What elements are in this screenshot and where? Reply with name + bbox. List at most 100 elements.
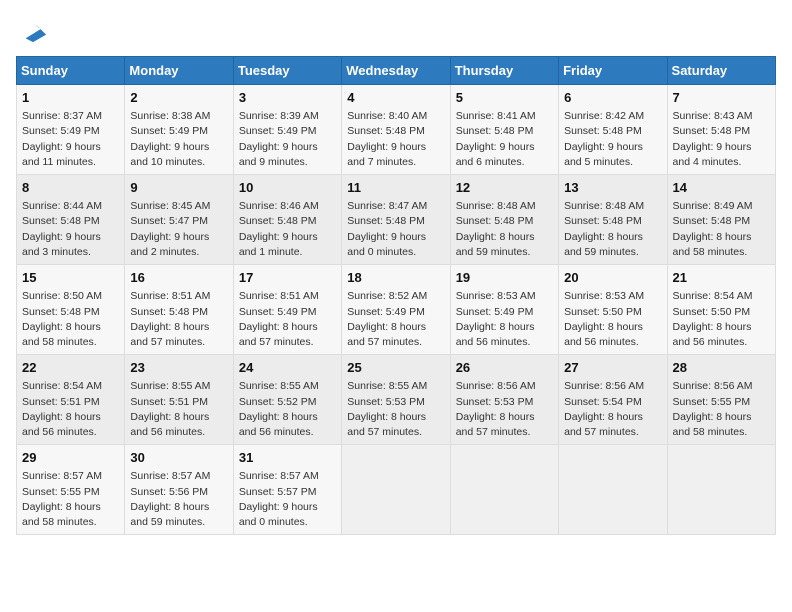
day-info: Sunrise: 8:47 AM Sunset: 5:48 PM Dayligh…: [347, 199, 444, 260]
calendar-cell: 24Sunrise: 8:55 AM Sunset: 5:52 PM Dayli…: [233, 355, 341, 445]
calendar-cell: 6 Sunrise: 8:42 AM Sunset: 5:48 PM Daylig…: [559, 85, 667, 175]
day-info: Sunrise: 8:57 AM Sunset: 5:57 PM Dayligh…: [239, 469, 336, 530]
day-number: 5: [456, 89, 553, 107]
calendar-cell: 11 Sunrise: 8:47 AM Sunset: 5:48 PM Dayli…: [342, 175, 450, 265]
day-number: 7: [673, 89, 770, 107]
calendar-week-4: 22 Sunrise: 8:54 AM Sunset: 5:51 PM Dayli…: [17, 355, 776, 445]
calendar-week-5: 29 Sunrise: 8:57 AM Sunset: 5:55 PM Dayli…: [17, 445, 776, 535]
day-number: 9: [130, 179, 227, 197]
day-info: Sunrise: 8:40 AM Sunset: 5:48 PM Dayligh…: [347, 109, 444, 170]
day-info: Sunrise: 8:56 AM Sunset: 5:55 PM Dayligh…: [673, 379, 770, 440]
calendar-week-2: 8Sunrise: 8:44 AM Sunset: 5:48 PM Daylig…: [17, 175, 776, 265]
day-info: Sunrise: 8:37 AM Sunset: 5:49 PM Dayligh…: [22, 109, 119, 170]
day-number: 18: [347, 269, 444, 287]
day-info: Sunrise: 8:54 AM Sunset: 5:50 PM Dayligh…: [673, 289, 770, 350]
day-info: Sunrise: 8:48 AM Sunset: 5:48 PM Dayligh…: [564, 199, 661, 260]
calendar-cell: 8Sunrise: 8:44 AM Sunset: 5:48 PM Daylig…: [17, 175, 125, 265]
logo: [16, 16, 48, 44]
day-info: Sunrise: 8:51 AM Sunset: 5:49 PM Dayligh…: [239, 289, 336, 350]
day-number: 19: [456, 269, 553, 287]
calendar-cell: 31 Sunrise: 8:57 AM Sunset: 5:57 PM Dayli…: [233, 445, 341, 535]
day-number: 14: [673, 179, 770, 197]
day-number: 22: [22, 359, 119, 377]
day-info: Sunrise: 8:57 AM Sunset: 5:55 PM Dayligh…: [22, 469, 119, 530]
day-info: Sunrise: 8:55 AM Sunset: 5:51 PM Dayligh…: [130, 379, 227, 440]
day-info: Sunrise: 8:41 AM Sunset: 5:48 PM Dayligh…: [456, 109, 553, 170]
calendar-cell: 30Sunrise: 8:57 AM Sunset: 5:56 PM Dayli…: [125, 445, 233, 535]
logo-icon: [20, 16, 48, 44]
calendar-cell: 17 Sunrise: 8:51 AM Sunset: 5:49 PM Dayli…: [233, 265, 341, 355]
calendar-cell: 3Sunrise: 8:39 AM Sunset: 5:49 PM Daylig…: [233, 85, 341, 175]
weekday-header-thursday: Thursday: [450, 57, 558, 85]
calendar-cell: 10Sunrise: 8:46 AM Sunset: 5:48 PM Dayli…: [233, 175, 341, 265]
calendar-cell: 4 Sunrise: 8:40 AM Sunset: 5:48 PM Daylig…: [342, 85, 450, 175]
day-number: 10: [239, 179, 336, 197]
calendar-cell: 28 Sunrise: 8:56 AM Sunset: 5:55 PM Dayli…: [667, 355, 775, 445]
day-info: Sunrise: 8:51 AM Sunset: 5:48 PM Dayligh…: [130, 289, 227, 350]
calendar-cell: [559, 445, 667, 535]
day-number: 31: [239, 449, 336, 467]
weekday-header-tuesday: Tuesday: [233, 57, 341, 85]
calendar-cell: 13 Sunrise: 8:48 AM Sunset: 5:48 PM Dayli…: [559, 175, 667, 265]
day-number: 8: [22, 179, 119, 197]
calendar-cell: 9 Sunrise: 8:45 AM Sunset: 5:47 PM Daylig…: [125, 175, 233, 265]
calendar-cell: 7 Sunrise: 8:43 AM Sunset: 5:48 PM Daylig…: [667, 85, 775, 175]
day-info: Sunrise: 8:42 AM Sunset: 5:48 PM Dayligh…: [564, 109, 661, 170]
day-number: 1: [22, 89, 119, 107]
page-header: [16, 16, 776, 44]
day-info: Sunrise: 8:43 AM Sunset: 5:48 PM Dayligh…: [673, 109, 770, 170]
day-number: 6: [564, 89, 661, 107]
calendar-body: 1 Sunrise: 8:37 AM Sunset: 5:49 PM Daylig…: [17, 85, 776, 535]
day-number: 17: [239, 269, 336, 287]
day-info: Sunrise: 8:39 AM Sunset: 5:49 PM Dayligh…: [239, 109, 336, 170]
calendar-cell: 22 Sunrise: 8:54 AM Sunset: 5:51 PM Dayli…: [17, 355, 125, 445]
day-number: 12: [456, 179, 553, 197]
day-number: 20: [564, 269, 661, 287]
day-number: 25: [347, 359, 444, 377]
day-number: 21: [673, 269, 770, 287]
calendar-cell: 18 Sunrise: 8:52 AM Sunset: 5:49 PM Dayli…: [342, 265, 450, 355]
day-number: 13: [564, 179, 661, 197]
day-number: 4: [347, 89, 444, 107]
day-info: Sunrise: 8:38 AM Sunset: 5:49 PM Dayligh…: [130, 109, 227, 170]
day-info: Sunrise: 8:52 AM Sunset: 5:49 PM Dayligh…: [347, 289, 444, 350]
day-info: Sunrise: 8:53 AM Sunset: 5:49 PM Dayligh…: [456, 289, 553, 350]
weekday-header-sunday: Sunday: [17, 57, 125, 85]
calendar-cell: [342, 445, 450, 535]
calendar-cell: 1 Sunrise: 8:37 AM Sunset: 5:49 PM Daylig…: [17, 85, 125, 175]
calendar-table: SundayMondayTuesdayWednesdayThursdayFrid…: [16, 56, 776, 535]
calendar-cell: 16 Sunrise: 8:51 AM Sunset: 5:48 PM Dayli…: [125, 265, 233, 355]
day-number: 26: [456, 359, 553, 377]
calendar-cell: 26 Sunrise: 8:56 AM Sunset: 5:53 PM Dayli…: [450, 355, 558, 445]
calendar-cell: 29 Sunrise: 8:57 AM Sunset: 5:55 PM Dayli…: [17, 445, 125, 535]
calendar-cell: 20 Sunrise: 8:53 AM Sunset: 5:50 PM Dayli…: [559, 265, 667, 355]
calendar-cell: 27 Sunrise: 8:56 AM Sunset: 5:54 PM Dayli…: [559, 355, 667, 445]
day-number: 30: [130, 449, 227, 467]
day-info: Sunrise: 8:53 AM Sunset: 5:50 PM Dayligh…: [564, 289, 661, 350]
calendar-header: SundayMondayTuesdayWednesdayThursdayFrid…: [17, 57, 776, 85]
day-info: Sunrise: 8:50 AM Sunset: 5:48 PM Dayligh…: [22, 289, 119, 350]
calendar-cell: [450, 445, 558, 535]
day-number: 28: [673, 359, 770, 377]
calendar-week-3: 15Sunrise: 8:50 AM Sunset: 5:48 PM Dayli…: [17, 265, 776, 355]
day-info: Sunrise: 8:45 AM Sunset: 5:47 PM Dayligh…: [130, 199, 227, 260]
day-info: Sunrise: 8:56 AM Sunset: 5:53 PM Dayligh…: [456, 379, 553, 440]
weekday-header-monday: Monday: [125, 57, 233, 85]
calendar-cell: 12 Sunrise: 8:48 AM Sunset: 5:48 PM Dayli…: [450, 175, 558, 265]
calendar-cell: 14 Sunrise: 8:49 AM Sunset: 5:48 PM Dayli…: [667, 175, 775, 265]
day-number: 24: [239, 359, 336, 377]
calendar-cell: 23Sunrise: 8:55 AM Sunset: 5:51 PM Dayli…: [125, 355, 233, 445]
day-number: 29: [22, 449, 119, 467]
calendar-cell: [667, 445, 775, 535]
day-info: Sunrise: 8:49 AM Sunset: 5:48 PM Dayligh…: [673, 199, 770, 260]
day-number: 11: [347, 179, 444, 197]
day-info: Sunrise: 8:54 AM Sunset: 5:51 PM Dayligh…: [22, 379, 119, 440]
day-number: 27: [564, 359, 661, 377]
day-info: Sunrise: 8:48 AM Sunset: 5:48 PM Dayligh…: [456, 199, 553, 260]
day-number: 16: [130, 269, 227, 287]
weekday-header-friday: Friday: [559, 57, 667, 85]
calendar-cell: 21 Sunrise: 8:54 AM Sunset: 5:50 PM Dayli…: [667, 265, 775, 355]
day-info: Sunrise: 8:56 AM Sunset: 5:54 PM Dayligh…: [564, 379, 661, 440]
calendar-week-1: 1 Sunrise: 8:37 AM Sunset: 5:49 PM Daylig…: [17, 85, 776, 175]
weekday-header-row: SundayMondayTuesdayWednesdayThursdayFrid…: [17, 57, 776, 85]
